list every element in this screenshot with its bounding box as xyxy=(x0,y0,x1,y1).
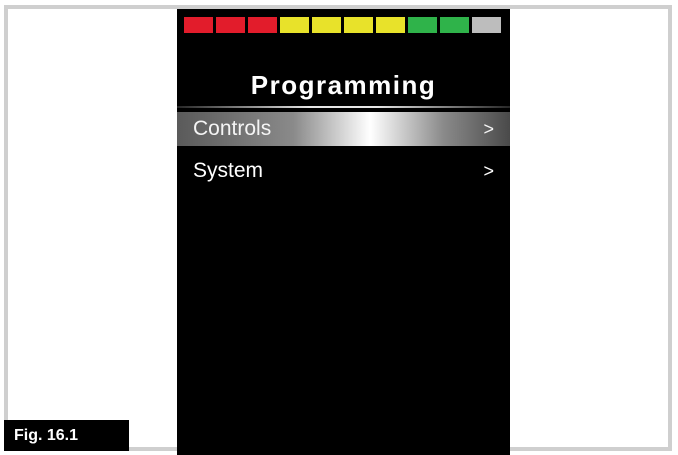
battery-segment xyxy=(216,17,245,33)
battery-segment xyxy=(408,17,437,33)
battery-gauge xyxy=(184,17,501,33)
menu-item-label: System xyxy=(193,159,264,182)
battery-segment xyxy=(280,17,309,33)
device-screen: Programming Controls > System > xyxy=(177,9,510,455)
figure-label: Fig. 16.1 xyxy=(4,420,129,451)
menu-item-controls[interactable]: Controls > xyxy=(177,112,510,146)
page-title: Programming xyxy=(250,70,437,100)
battery-segment xyxy=(376,17,405,33)
battery-segment xyxy=(248,17,277,33)
battery-segment xyxy=(472,17,501,33)
chevron-right-icon: > xyxy=(483,160,494,181)
menu-item-system[interactable]: System > xyxy=(177,154,510,188)
chevron-right-icon: > xyxy=(483,118,494,139)
battery-segment xyxy=(440,17,469,33)
battery-segment xyxy=(312,17,341,33)
title-divider xyxy=(177,106,510,108)
battery-segment xyxy=(184,17,213,33)
menu-item-label: Controls xyxy=(193,117,272,140)
battery-segment xyxy=(344,17,373,33)
